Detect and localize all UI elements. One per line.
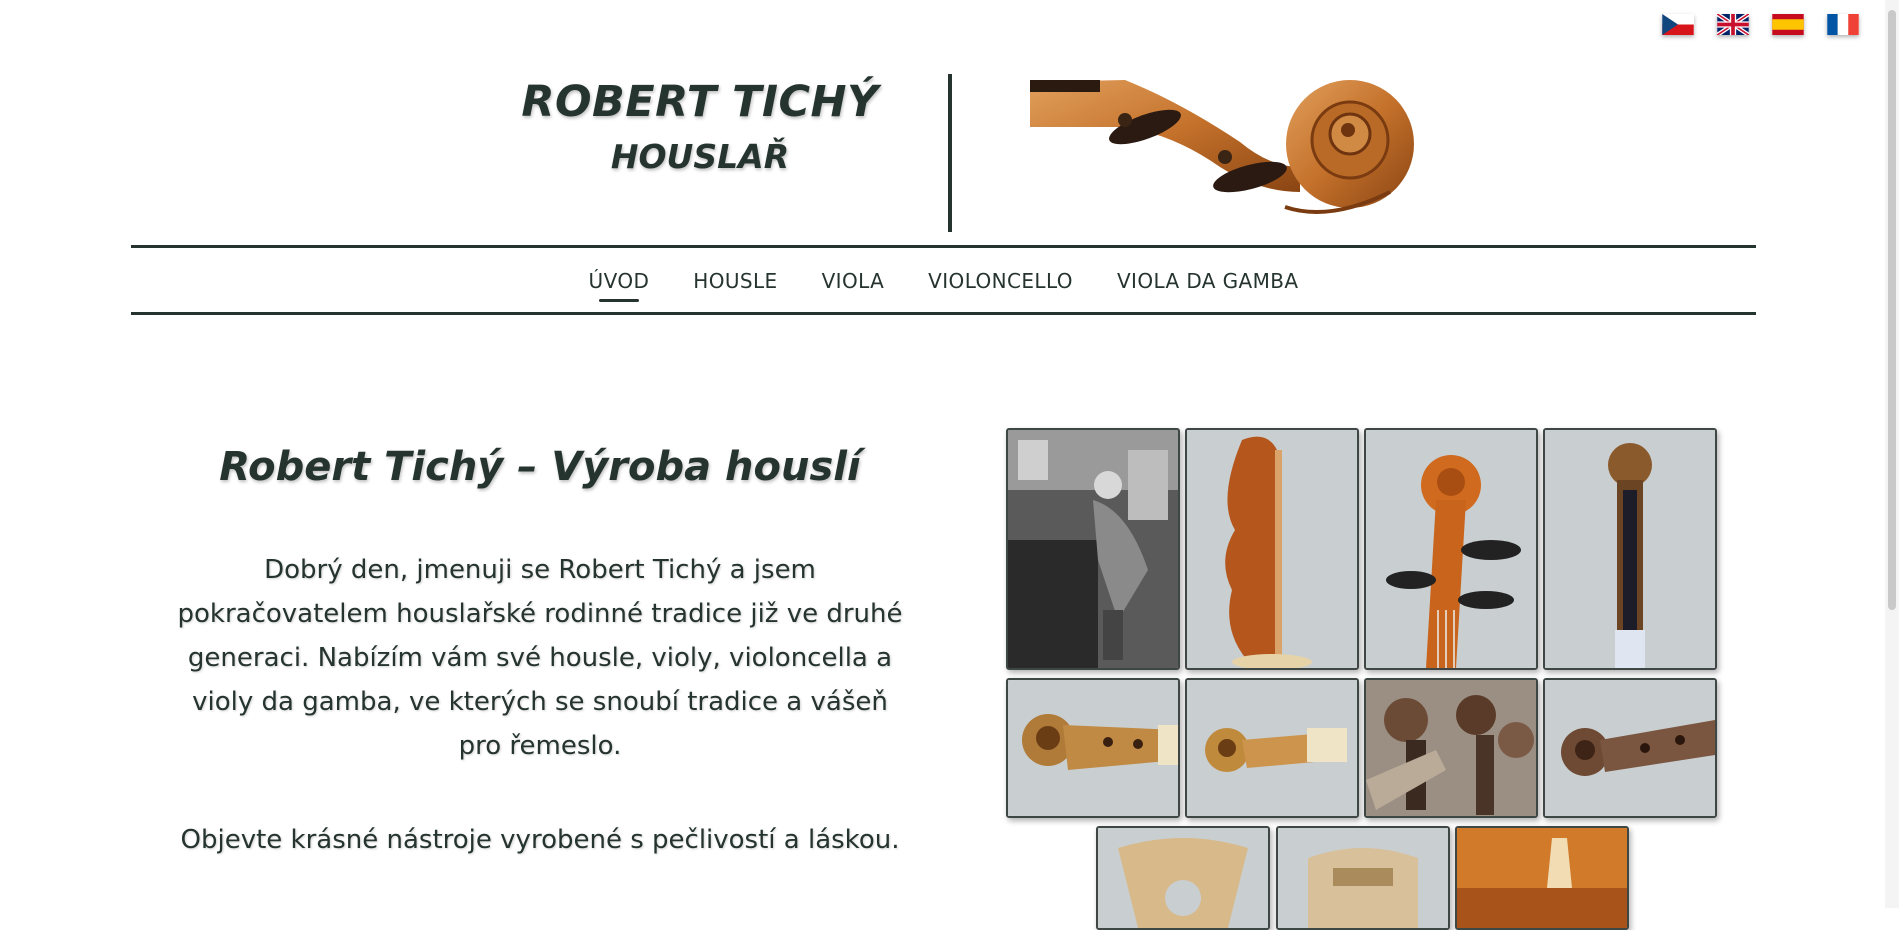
gallery-thumb-scroll-front[interactable]: [1543, 428, 1717, 670]
site-header-text: ROBERT TICHÝ HOUSLAŘ: [440, 74, 960, 178]
nav-item-viola[interactable]: VIOLA: [822, 263, 885, 299]
scrollbar-thumb[interactable]: [1888, 10, 1896, 610]
nav-item-uvod[interactable]: ÚVOD: [589, 263, 650, 302]
gallery-thumb-wooden-mold[interactable]: [1096, 826, 1270, 930]
gallery-thumb-violin-side[interactable]: [1185, 428, 1359, 670]
intro-paragraph-1: Dobrý den, jmenuji se Robert Tichý a jse…: [177, 555, 903, 761]
intro-section: Robert Tichý – Výroba houslí Dobrý den, …: [170, 440, 910, 862]
gallery-thumb-scroll-side[interactable]: [1006, 678, 1180, 818]
violin-scroll-logo-image: [1030, 80, 1414, 214]
uk-flag-icon[interactable]: [1717, 14, 1749, 35]
gallery-thumb-violin-scroll[interactable]: [1364, 428, 1538, 670]
page-scrollbar[interactable]: [1885, 0, 1899, 908]
nav-item-viola-da-gamba[interactable]: VIOLA DA GAMBA: [1117, 263, 1299, 299]
main-navigation: ÚVOD HOUSLE VIOLA VIOLONCELLO VIOLA DA G…: [131, 248, 1756, 314]
gallery-thumb-body-mold[interactable]: [1276, 826, 1450, 930]
nav-item-housle[interactable]: HOUSLE: [693, 263, 777, 299]
gallery-thumb-violin-bridge[interactable]: [1455, 826, 1629, 930]
intro-paragraph-2: Objevte krásné nástroje vyrobené s pečli…: [180, 825, 900, 855]
site-title[interactable]: ROBERT TICHÝ: [440, 74, 960, 130]
language-switcher: [1662, 14, 1859, 35]
gallery-thumb-scrolls-pile[interactable]: [1364, 678, 1538, 818]
gallery-thumb-scroll-side-small[interactable]: [1185, 678, 1359, 818]
site-subtitle: HOUSLAŘ: [610, 137, 790, 176]
nav-item-violoncello[interactable]: VIOLONCELLO: [928, 263, 1073, 299]
spanish-flag-icon[interactable]: [1772, 14, 1804, 35]
intro-heading: Robert Tichý – Výroba houslí: [219, 444, 861, 490]
header-divider: [948, 74, 952, 232]
french-flag-icon[interactable]: [1827, 14, 1859, 35]
czech-flag-icon[interactable]: [1662, 14, 1694, 35]
gallery-thumb-workshop[interactable]: [1006, 428, 1180, 670]
gallery-thumb-old-scroll[interactable]: [1543, 678, 1717, 818]
nav-bottom-rule: [131, 312, 1756, 315]
